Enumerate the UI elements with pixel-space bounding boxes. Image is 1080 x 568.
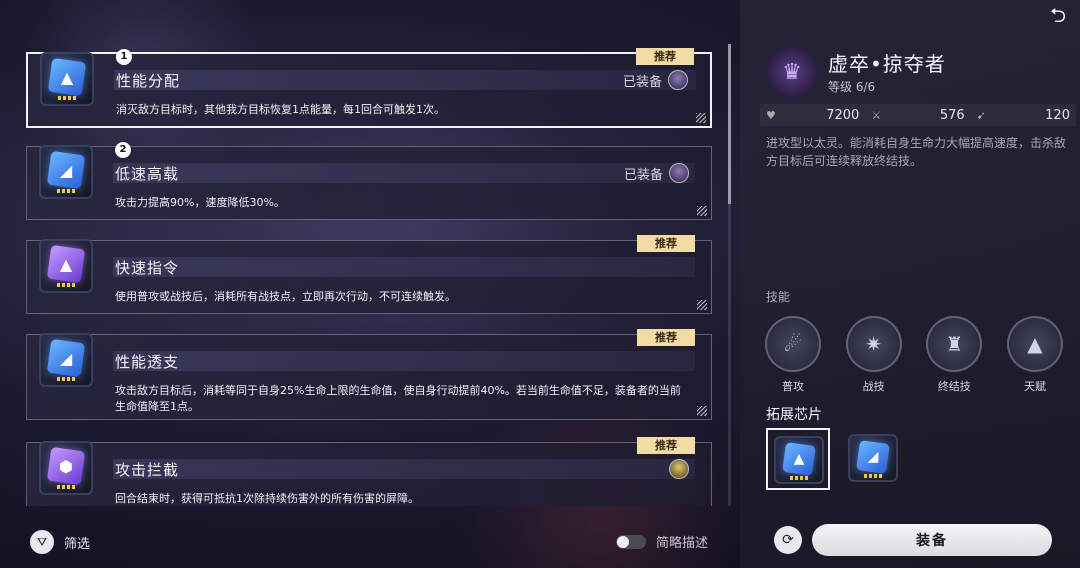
chip-order-badge: 2 xyxy=(115,142,131,158)
chip-description: 攻击敌方目标后，消耗等同于自身25%生命上限的生命值，使自身行动提前40%。若当… xyxy=(115,384,681,413)
chip-section-heading: 拓展芯片 xyxy=(766,407,822,423)
filter-icon: ⛛ xyxy=(30,530,54,554)
chip-title: 快速指令 xyxy=(115,259,180,277)
chip-card-3[interactable]: ▲ 快速指令 推荐 使用普攻或战技后，消耗所有战技点，立即再次行动，不可连续触发… xyxy=(26,235,712,314)
burst-icon: ✷ xyxy=(845,316,902,372)
chip-title: 性能分配 xyxy=(116,72,181,90)
chip-title: 性能透支 xyxy=(115,353,180,371)
character-panel: ⮌ ♛ 虚卒•掠夺者 等级 6/6 ♥ 7200 ⚔ 576 ➹ 120 进攻型… xyxy=(740,0,1080,568)
triangle-icon: ▲ xyxy=(1006,316,1063,372)
equipped-avatar xyxy=(669,459,689,479)
back-icon[interactable]: ⮌ xyxy=(1050,5,1074,25)
corner-mark xyxy=(697,406,707,416)
equipped-label: 已装备 xyxy=(623,167,663,183)
skill-basic-attack[interactable]: ☄ 普攻 xyxy=(764,316,822,394)
corner-mark xyxy=(696,113,706,123)
corner-mark xyxy=(697,206,707,216)
character-description: 进攻型以太灵。能消耗自身生命力大幅提高速度，击杀敌方目标后可连续释放终结技。 xyxy=(766,136,1067,168)
heart-icon: ♥ xyxy=(766,108,776,122)
chip-title-bar xyxy=(113,257,695,277)
equipped-status: 已装备 xyxy=(624,163,689,183)
filter-button[interactable]: ⛛ 筛选 xyxy=(30,530,90,554)
recommend-badge: 推荐 xyxy=(637,329,695,346)
skill-battle-skill[interactable]: ✷ 战技 xyxy=(845,316,903,394)
scrollbar-thumb[interactable] xyxy=(728,44,731,204)
chip-title-bar xyxy=(113,459,695,479)
chip-description: 回合结束时，获得可抵抗1次除持续伤害外的所有伤害的屏障。 xyxy=(115,492,419,505)
chip-title-bar xyxy=(113,351,695,371)
equipped-avatar xyxy=(668,70,688,90)
chip-title: 低速高载 xyxy=(115,165,180,183)
stat-hp: ♥ 7200 xyxy=(766,107,860,123)
stats-row: ♥ 7200 ⚔ 576 ➹ 120 xyxy=(760,104,1076,126)
sword-icon: ⚔ xyxy=(871,108,882,122)
toggle-switch[interactable] xyxy=(616,534,646,549)
recommend-badge: 推荐 xyxy=(637,235,695,252)
character-level: 等级 6/6 xyxy=(828,80,876,94)
chip-description: 使用普攻或战技后，消耗所有战技点，立即再次行动，不可连续触发。 xyxy=(115,290,456,303)
equipped-status: 已装备 xyxy=(623,70,688,90)
skill-ultimate[interactable]: ♜ 终结技 xyxy=(925,316,983,394)
brief-description-toggle[interactable]: 简略描述 xyxy=(616,532,708,551)
swap-icon[interactable]: ⟳ xyxy=(774,526,802,554)
chip-title-bar xyxy=(113,163,695,183)
chip-icon: ⬢ xyxy=(35,437,97,499)
chip-title-bar xyxy=(114,70,696,90)
chip-icon: ◢ xyxy=(35,329,97,391)
chip-slot-1[interactable]: ▲ xyxy=(766,428,830,490)
speed-icon: ➹ xyxy=(976,108,986,122)
corner-mark xyxy=(697,300,707,310)
chip-card-2[interactable]: ◢ 2 低速高载 已装备 攻击力提高90%，速度降低30%。 xyxy=(26,142,712,220)
chip-description: 消灭敌方目标时，其他我方目标恢复1点能量，每1回合可触发1次。 xyxy=(116,103,445,116)
chip-card-4[interactable]: ◢ 性能透支 推荐 攻击敌方目标后，消耗等同于自身25%生命上限的生命值，使自身… xyxy=(26,329,712,420)
stat-speed: ➹ 120 xyxy=(976,107,1070,123)
chip-icon: ▲ xyxy=(36,48,98,110)
character-emblem: ♛ xyxy=(766,46,818,98)
filter-label: 筛选 xyxy=(64,536,91,552)
chip-title: 攻击拦截 xyxy=(115,461,180,479)
stat-attack: ⚔ 576 xyxy=(871,107,965,123)
equipped-label: 已装备 xyxy=(622,74,662,90)
chip-icon: ▲ xyxy=(35,235,97,297)
equip-button[interactable]: 装备 xyxy=(812,524,1052,556)
skills-heading: 技能 xyxy=(766,290,791,304)
chip-slot-2[interactable]: ◢ xyxy=(842,428,906,490)
recommend-badge: 推荐 xyxy=(637,437,695,454)
equipped-status xyxy=(669,459,689,479)
helmet-icon: ♜ xyxy=(926,316,983,372)
skill-talent[interactable]: ▲ 天赋 xyxy=(1006,316,1064,394)
chip-card-5[interactable]: ⬢ 攻击拦截 推荐 回合结束时，获得可抵抗1次除持续伤害外的所有伤害的屏障。 xyxy=(26,437,712,506)
chip-order-badge: 1 xyxy=(116,49,132,65)
comet-icon: ☄ xyxy=(765,316,821,372)
skills-row: ☄ 普攻 ✷ 战技 ♜ 终结技 ▲ 天赋 xyxy=(764,316,1064,394)
equipped-avatar xyxy=(669,163,689,183)
character-name: 虚卒•掠夺者 xyxy=(828,52,946,76)
chip-description: 攻击力提高90%，速度降低30%。 xyxy=(115,196,285,209)
recommend-badge: 推荐 xyxy=(636,48,694,65)
chip-icon: ◢ xyxy=(35,141,97,203)
brief-description-label: 简略描述 xyxy=(656,536,709,551)
chip-card-1[interactable]: ▲ 1 性能分配 推荐 已装备 消灭敌方目标时，其他我方目标恢复1点能量，每1回… xyxy=(26,48,712,128)
chip-list[interactable]: ▲ 1 性能分配 推荐 已装备 消灭敌方目标时，其他我方目标恢复1点能量，每1回… xyxy=(26,44,716,506)
